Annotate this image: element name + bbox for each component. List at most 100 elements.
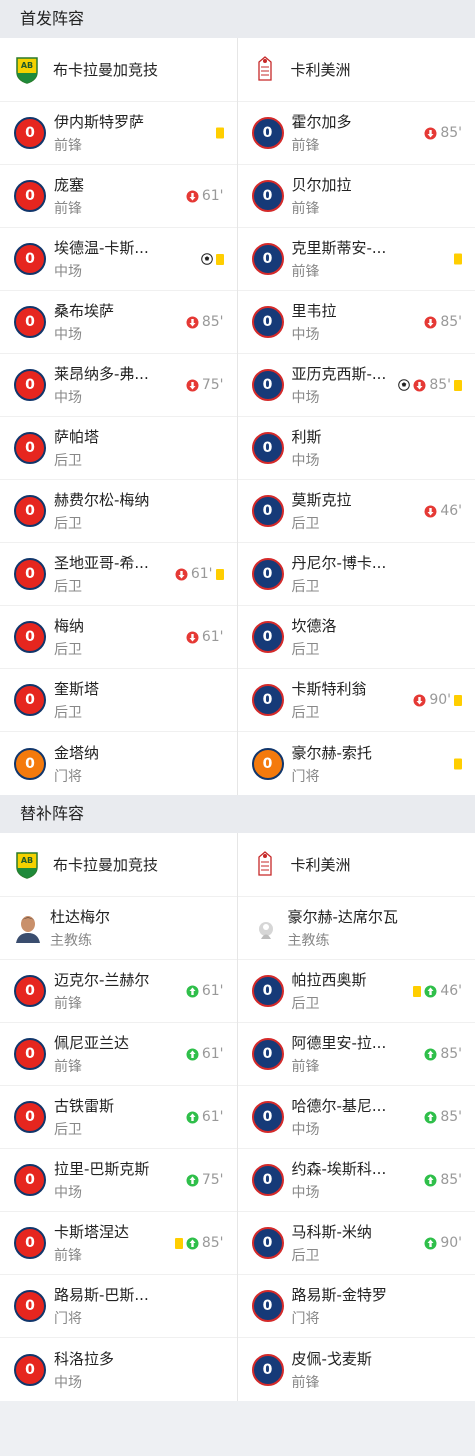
player-position: 中场	[54, 1185, 82, 1201]
substitutes-card: AB 布卡拉曼加竞技 杜达梅尔 主教练 0 迈克尔-兰赫尔 前锋 61' 0 佩尼亚兰达前…	[0, 833, 475, 1401]
yellow-card-icon	[454, 758, 462, 769]
player-row[interactable]: 0 利斯 中场	[237, 417, 475, 480]
player-name: 阿德里安-拉...	[291, 1034, 387, 1052]
player-row[interactable]: 0 卡斯特利翁 后卫 90'	[237, 669, 475, 732]
player-position: 后卫	[291, 516, 320, 532]
player-row[interactable]: 0 贝尔加拉 前锋	[237, 165, 475, 228]
player-name: 帕拉西奥斯	[291, 971, 367, 989]
jersey-number-badge: 0	[14, 432, 46, 464]
player-row[interactable]: 0 丹尼尔-博卡... 后卫	[237, 543, 475, 606]
player-row[interactable]: 0 迈克尔-兰赫尔 前锋 61'	[0, 960, 237, 1023]
player-name: 迈克尔-兰赫尔	[54, 971, 150, 989]
player-row[interactable]: 0 哈德尔-基尼... 中场 85'	[237, 1086, 475, 1149]
player-events: 85'	[398, 377, 462, 393]
player-position: 门将	[54, 1311, 82, 1327]
sub-out-icon	[413, 694, 426, 707]
yellow-card-icon	[454, 379, 462, 391]
sub-out-icon	[424, 127, 437, 140]
player-row[interactable]: 0 莱昂纳多-弗... 中场 75'	[0, 354, 237, 417]
home-team-header[interactable]: AB 布卡拉曼加竞技	[0, 38, 237, 102]
coach-name: 豪尔赫-达席尔瓦	[287, 908, 398, 926]
player-info: 路易斯-巴斯... 门将	[54, 1284, 149, 1328]
away-subs-team-header[interactable]: 卡利美洲	[237, 833, 475, 897]
player-row[interactable]: 0 路易斯-金特罗 门将	[237, 1275, 475, 1338]
jersey-number-badge: 0	[14, 306, 46, 338]
player-row[interactable]: 0 路易斯-巴斯... 门将	[0, 1275, 237, 1338]
player-row[interactable]: 0 梅纳 后卫 61'	[0, 606, 237, 669]
player-position: 后卫	[291, 579, 320, 595]
player-events: 85'	[424, 1172, 462, 1188]
player-row[interactable]: 0 赫费尔松-梅纳 后卫	[0, 480, 237, 543]
sub-in-icon	[186, 1174, 199, 1187]
player-info: 奎斯塔 后卫	[54, 678, 99, 722]
player-row[interactable]: 0 里韦拉 中场 85'	[237, 291, 475, 354]
jersey-number-badge: 0	[251, 1227, 284, 1259]
player-row[interactable]: 0 金塔纳 门将	[0, 732, 237, 795]
player-info: 莫斯克拉 后卫	[292, 489, 352, 533]
player-row[interactable]: 0 桑布埃萨 中场 85'	[0, 291, 237, 354]
player-events: 61'	[186, 188, 224, 204]
player-row[interactable]: 0 皮佩-戈麦斯 前锋	[238, 1338, 475, 1401]
player-row[interactable]: 0 庞塞 前锋 61'	[0, 165, 237, 228]
player-position: 后卫	[291, 996, 320, 1012]
player-position: 后卫	[54, 705, 82, 721]
home-subs-team-header[interactable]: AB 布卡拉曼加竞技	[0, 833, 237, 897]
yellow-card-icon	[413, 985, 422, 997]
player-row[interactable]: 0 亚历克西斯-... 中场 85'	[237, 354, 475, 417]
player-row[interactable]: 0 奎斯塔 后卫	[0, 669, 237, 732]
player-row[interactable]: 0 圣地亚哥-希... 后卫 61'	[0, 543, 237, 606]
player-events: 61'	[175, 566, 224, 582]
coach-name: 杜达梅尔	[50, 908, 111, 926]
player-position: 中场	[54, 1374, 82, 1391]
player-row[interactable]: 0 坎德洛 后卫	[237, 606, 475, 669]
player-row[interactable]: 0 豪尔赫-索托 门将	[238, 732, 475, 795]
jersey-number-badge: 0	[251, 495, 284, 527]
home-subs-column: AB 布卡拉曼加竞技 杜达梅尔 主教练 0 迈克尔-兰赫尔 前锋 61' 0 佩尼亚兰达前…	[0, 833, 238, 1401]
player-row[interactable]: 0 阿德里安-拉... 前锋 85'	[237, 1023, 475, 1086]
sub-in-icon	[424, 1048, 437, 1061]
player-events: 61'	[186, 983, 224, 999]
player-events: 75'	[186, 1172, 224, 1188]
sub-out-icon	[424, 316, 437, 329]
player-row[interactable]: 0 卡斯塔涅达 前锋 85'	[0, 1212, 237, 1275]
player-row[interactable]: 0 萨帕塔 后卫	[0, 417, 237, 480]
player-position: 中场	[291, 390, 320, 406]
player-row[interactable]: 0 克里斯蒂安-... 前锋	[237, 228, 475, 291]
player-row[interactable]: 0 伊内斯特罗萨 前锋	[0, 102, 237, 165]
away-team-header[interactable]: 卡利美洲	[237, 38, 475, 102]
player-row[interactable]: 0 佩尼亚兰达 前锋 61'	[0, 1023, 237, 1086]
player-row[interactable]: 0 约森-埃斯科... 中场 85'	[237, 1149, 475, 1212]
jersey-number-badge: 0	[251, 243, 284, 275]
away-subs-list: 0 帕拉西奥斯 后卫 46' 0 阿德里安-拉... 前锋 85' 0 哈德尔-基尼... 中场 85…	[237, 960, 475, 1401]
player-row[interactable]: 0 科洛拉多 中场	[0, 1338, 237, 1401]
player-events	[454, 253, 462, 265]
player-name: 梅纳	[54, 617, 85, 635]
sub-in-icon	[424, 1174, 437, 1187]
yellow-card-icon	[215, 253, 224, 265]
coach-info: 杜达梅尔 主教练	[50, 906, 110, 950]
substitution-minute: 85'	[440, 1046, 462, 1062]
player-info: 丹尼尔-博卡... 后卫	[292, 552, 387, 596]
substitution-minute: 85'	[440, 125, 462, 141]
jersey-number-badge: 0	[14, 369, 46, 401]
player-name: 萨帕塔	[54, 428, 100, 446]
substitution-minute: 85'	[440, 314, 462, 330]
player-row[interactable]: 0 拉里-巴斯克斯 中场 75'	[0, 1149, 237, 1212]
player-name: 丹尼尔-博卡...	[291, 554, 387, 572]
player-info: 约森-埃斯科... 中场	[292, 1158, 387, 1202]
player-name: 莫斯克拉	[291, 491, 352, 509]
player-info: 里韦拉 中场	[292, 300, 337, 344]
player-row[interactable]: 0 帕拉西奥斯 后卫 46'	[237, 960, 475, 1023]
player-row[interactable]: 0 莫斯克拉 后卫 46'	[237, 480, 475, 543]
jersey-number-badge: 0	[251, 180, 284, 212]
player-row[interactable]: 0 霍尔加多 前锋 85'	[237, 102, 475, 165]
player-row[interactable]: 0 马科斯-米纳 后卫 90'	[237, 1212, 475, 1275]
coach-avatar-icon	[14, 913, 42, 943]
player-row[interactable]: 0 古铁雷斯 后卫 61'	[0, 1086, 237, 1149]
away-coach-row[interactable]: 豪尔赫-达席尔瓦 主教练	[237, 897, 475, 960]
player-name: 卡斯塔涅达	[54, 1223, 130, 1241]
player-row[interactable]: 0 埃德温-卡斯... 中场	[0, 228, 237, 291]
player-name: 桑布埃萨	[54, 302, 115, 320]
home-coach-row[interactable]: 杜达梅尔 主教练	[0, 897, 237, 960]
player-name: 卡斯特利翁	[291, 680, 367, 698]
